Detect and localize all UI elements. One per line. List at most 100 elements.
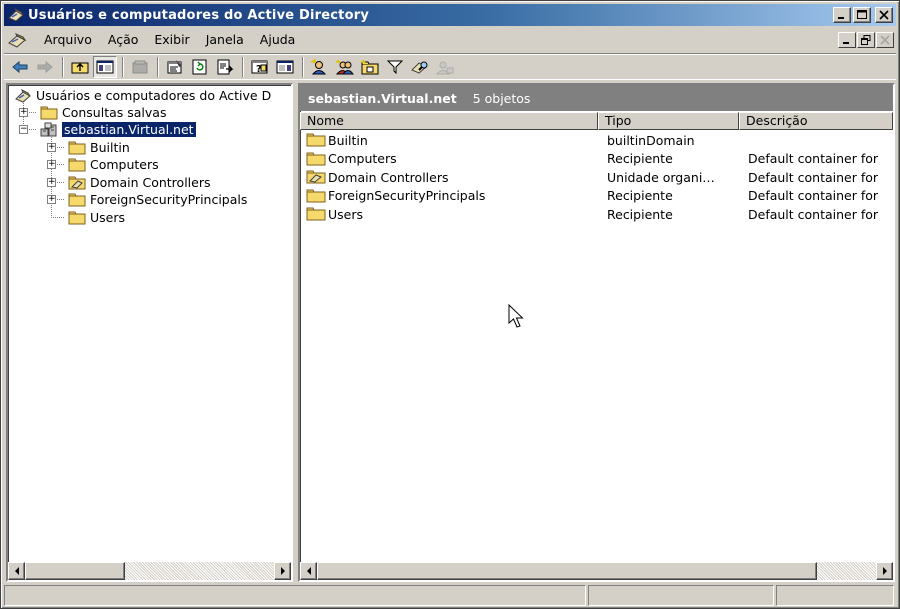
refresh-button[interactable] (188, 56, 212, 78)
scroll-thumb[interactable] (25, 562, 125, 580)
expand-builtin[interactable]: + (47, 143, 56, 152)
scroll-left-button[interactable] (8, 562, 25, 580)
close-button[interactable] (875, 7, 893, 23)
new-group-button[interactable] (333, 56, 357, 78)
delete-button[interactable] (128, 56, 152, 78)
scroll-track[interactable] (125, 562, 274, 580)
action-pane-icon (276, 60, 294, 73)
expand-saved-queries[interactable]: + (19, 108, 28, 117)
maximize-icon (857, 10, 867, 19)
tree-node-label: Domain Controllers (90, 175, 211, 190)
scroll-thumb[interactable] (317, 562, 817, 580)
export-list-button[interactable] (213, 56, 237, 78)
ou-folder-icon (68, 176, 86, 189)
scroll-right-button[interactable] (876, 562, 893, 580)
column-header-description[interactable]: Descrição (739, 112, 893, 130)
scroll-left-button[interactable] (300, 562, 317, 580)
find-button[interactable] (408, 56, 432, 78)
folder-icon (306, 189, 326, 203)
active-directory-icon (15, 88, 31, 103)
expand-domain-controllers[interactable]: + (47, 178, 56, 187)
close-icon (880, 35, 890, 45)
menu-exibir[interactable]: Exibir (146, 30, 197, 50)
up-one-level-button[interactable] (68, 56, 92, 78)
menu-ajuda[interactable]: Ajuda (252, 30, 304, 50)
folder-icon (68, 193, 86, 206)
filter-icon (386, 60, 404, 74)
tree-node-label: Builtin (90, 140, 130, 155)
child-minimize-button[interactable] (838, 32, 856, 48)
show-hide-tree-button[interactable] (93, 55, 117, 78)
menu-janela[interactable]: Janela (198, 30, 252, 50)
mouse-pointer-icon (508, 304, 524, 328)
list-item[interactable]: Users Recipiente Default container for (300, 205, 893, 224)
new-ou-button[interactable] (358, 56, 382, 78)
properties-button[interactable] (163, 56, 187, 78)
new-user-button[interactable] (308, 56, 332, 78)
tree-root-label: Usuários e computadores do Active D (36, 88, 272, 103)
filter-button[interactable] (383, 56, 407, 78)
console-tree: Usuários e computadores do Active D + Co… (10, 87, 291, 560)
tree-connector (51, 217, 64, 218)
expand-computers[interactable]: + (47, 160, 56, 169)
app-window: Usuários e computadores do Active Direct… (0, 0, 900, 609)
list-item[interactable]: ForeignSecurityPrincipals Recipiente Def… (300, 187, 893, 206)
tree-node-foreign-security-principals[interactable]: ForeignSecurityPrincipals (68, 191, 247, 208)
scroll-track[interactable] (817, 562, 876, 580)
list-item[interactable]: Computers Recipiente Default container f… (300, 150, 893, 169)
column-header-name[interactable]: Nome (300, 112, 598, 130)
tree-node-users[interactable]: Users (68, 209, 125, 226)
tree-node-domain[interactable]: sebastian.Virtual.net (40, 121, 197, 138)
tree-horizontal-scrollbar[interactable] (8, 562, 291, 580)
tree-node-builtin[interactable]: Builtin (68, 139, 130, 156)
child-restore-button[interactable] (857, 32, 875, 48)
back-button[interactable] (8, 56, 32, 78)
details-pane[interactable]: sebastian.Virtual.net 5 objetos Nome Tip… (298, 83, 895, 582)
tree-node-domain-controllers[interactable]: Domain Controllers (68, 174, 210, 191)
close-icon (879, 10, 889, 20)
tree-node-computers[interactable]: Computers (68, 156, 159, 173)
expand-foreign-security-principals[interactable]: + (47, 195, 56, 204)
tree-root-node[interactable]: Usuários e computadores do Active D (14, 87, 271, 104)
status-panel-tertiary (776, 585, 894, 606)
list-item-type: Recipiente (607, 188, 673, 204)
scroll-right-button[interactable] (274, 562, 291, 580)
list-item-name: ForeignSecurityPrincipals (328, 188, 486, 204)
minimize-button[interactable] (833, 7, 851, 23)
toolbar-separator (242, 56, 244, 77)
help-button[interactable]: ? (248, 56, 272, 78)
list-item-type: Recipiente (607, 206, 673, 222)
new-group-icon (335, 59, 354, 74)
arrow-right-icon (280, 567, 285, 575)
refresh-icon (192, 59, 207, 74)
list-item[interactable]: Domain Controllers Unidade organi… Defau… (300, 168, 893, 187)
tree-node-label: ForeignSecurityPrincipals (90, 192, 248, 207)
child-close-button[interactable] (876, 32, 894, 48)
new-user-icon (311, 58, 327, 74)
folder-up-icon (71, 62, 89, 73)
forward-button[interactable] (33, 56, 57, 78)
column-header-type[interactable]: Tipo (598, 112, 739, 130)
help-icon: ? (251, 60, 268, 75)
add-to-group-button[interactable] (433, 56, 457, 78)
list-horizontal-scrollbar[interactable] (300, 562, 893, 580)
list-item[interactable]: Builtin builtinDomain (300, 131, 893, 150)
folder-icon (40, 106, 58, 119)
tree-node-saved-queries[interactable]: Consultas salvas (40, 104, 166, 121)
find-icon (411, 61, 428, 74)
console-icon[interactable] (6, 31, 28, 49)
list-item-name-cell: Domain Controllers (300, 170, 603, 185)
folder-icon (68, 158, 86, 171)
show-action-pane-button[interactable] (273, 56, 297, 78)
list-item-type: Recipiente (607, 151, 673, 167)
title-bar[interactable]: Usuários e computadores do Active Direct… (4, 4, 896, 26)
console-tree-pane[interactable]: Usuários e computadores do Active D + Co… (6, 83, 293, 582)
maximize-button[interactable] (853, 7, 871, 23)
add-to-group-icon (435, 61, 454, 74)
toolbar-separator (62, 56, 64, 77)
toolbar-separator (157, 56, 159, 77)
menu-acao[interactable]: Ação (100, 30, 147, 50)
collapse-domain[interactable]: − (19, 125, 28, 134)
menu-arquivo[interactable]: Arquivo (36, 30, 100, 50)
folder-icon (306, 133, 326, 147)
